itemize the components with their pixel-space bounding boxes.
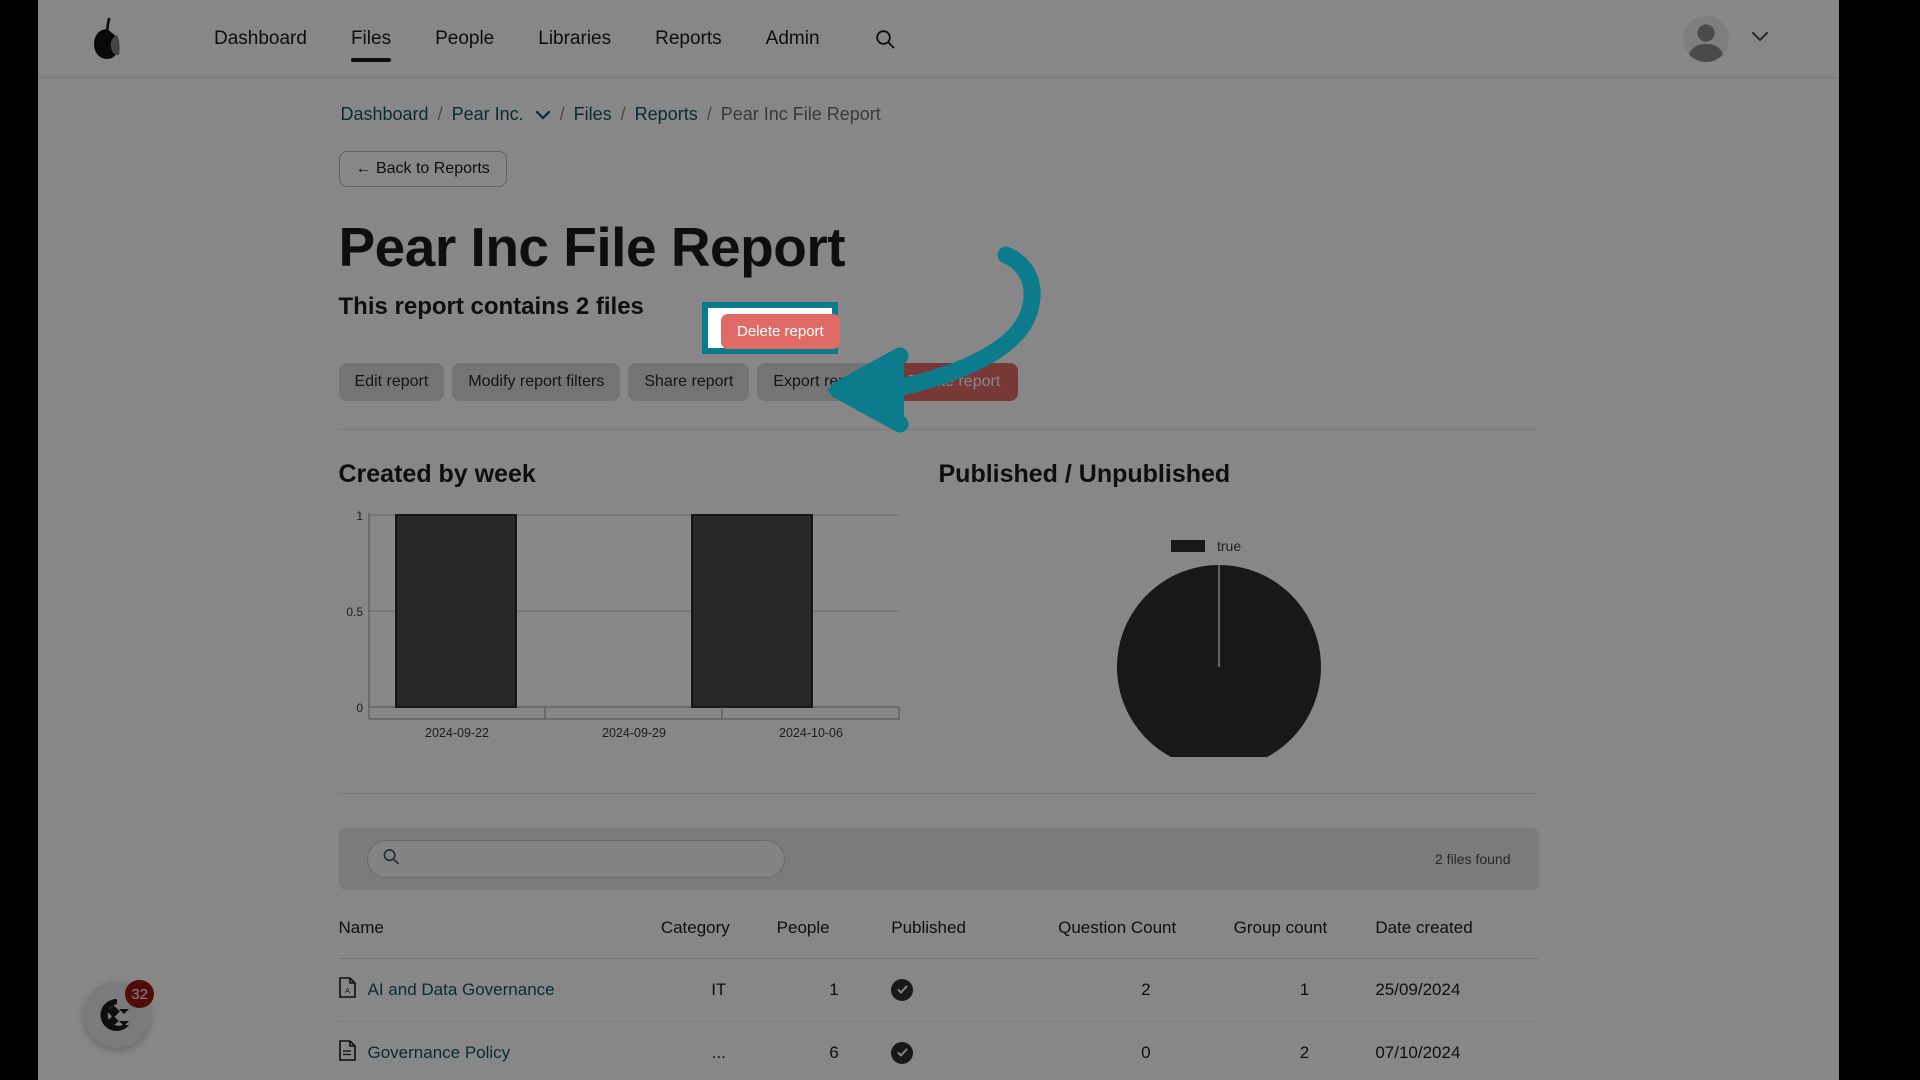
svg-text:0: 0 xyxy=(356,701,363,715)
bar-chart-plot: 1 0.5 0 2024-09-22 2024-09-29 2024-10-06 xyxy=(339,507,939,757)
report-actions: Edit report Modify report filters Share … xyxy=(338,363,1539,401)
svg-text:0.5: 0.5 xyxy=(346,605,363,619)
breadcrumb: Dashboard / Pear Inc. / Files / Reports … xyxy=(339,104,1539,125)
modify-report-filters-button[interactable]: Modify report filters xyxy=(452,363,621,401)
edit-report-button[interactable]: Edit report xyxy=(338,363,445,401)
breadcrumb-current: Pear Inc File Report xyxy=(720,104,881,124)
svg-text:2024-09-22: 2024-09-22 xyxy=(425,726,489,740)
svg-text:1: 1 xyxy=(356,509,363,523)
breadcrumb-files[interactable]: Files xyxy=(574,104,612,125)
nav-item-people[interactable]: People xyxy=(413,18,516,60)
cell-question-count: 2 xyxy=(1058,958,1234,1022)
search-input[interactable] xyxy=(366,840,785,878)
svg-text:2024-09-29: 2024-09-29 xyxy=(602,726,666,740)
screen: Dashboard Files People Libraries Reports… xyxy=(0,0,1920,1080)
published-check-icon xyxy=(891,978,914,1001)
table-header-row: Name Category People Published Question … xyxy=(338,896,1539,959)
cell-group-count: 1 xyxy=(1233,958,1376,1022)
page-body: Dashboard / Pear Inc. / Files / Reports … xyxy=(38,78,1839,1080)
nav-item-libraries[interactable]: Libraries xyxy=(516,18,633,60)
files-table-card: 2 files found Name Category People Publi… xyxy=(338,828,1539,1080)
column-header-people[interactable]: People xyxy=(776,896,892,959)
breadcrumb-separator: / xyxy=(706,104,712,124)
nav-item-files[interactable]: Files xyxy=(329,18,413,62)
page-title: Pear Inc File Report xyxy=(338,216,846,278)
nav-item-admin[interactable]: Admin xyxy=(744,18,842,60)
top-navbar: Dashboard Files People Libraries Reports… xyxy=(38,0,1839,78)
pie-chart-title: Published / Unpublished xyxy=(938,460,1231,488)
share-report-button[interactable]: Share report xyxy=(628,363,750,401)
cell-group-count: 2 xyxy=(1233,1021,1376,1080)
avatar[interactable] xyxy=(1683,15,1729,62)
files-table: Name Category People Published Question … xyxy=(338,896,1539,1080)
svg-text:true: true xyxy=(1217,538,1241,554)
created-by-week-chart: Created by week 1 0.5 0 2024-09-22 2024-… xyxy=(339,460,939,757)
cell-date-created: 07/10/2024 xyxy=(1375,1021,1539,1080)
pear-logo-icon[interactable] xyxy=(84,14,130,64)
breadcrumb-dashboard[interactable]: Dashboard xyxy=(341,104,429,125)
chevron-down-icon[interactable] xyxy=(1751,30,1769,47)
breadcrumb-separator: / xyxy=(437,104,443,124)
published-unpublished-chart: Published / Unpublished true xyxy=(938,460,1539,769)
cell-published xyxy=(891,1021,1059,1080)
column-header-group-count[interactable]: Group count xyxy=(1233,896,1376,959)
export-report-button[interactable]: Export report xyxy=(757,363,882,401)
file-name-link[interactable]: Governance Policy xyxy=(368,1043,511,1063)
column-header-date-created[interactable]: Date created xyxy=(1375,896,1539,959)
cell-people: 1 xyxy=(776,958,892,1022)
breadcrumb-pear-inc[interactable]: Pear Inc. xyxy=(452,104,524,125)
breadcrumb-reports[interactable]: Reports xyxy=(635,104,698,125)
app-window: Dashboard Files People Libraries Reports… xyxy=(38,0,1839,1080)
content-container: Dashboard / Pear Inc. / Files / Reports … xyxy=(338,78,1539,1080)
cell-name: A AI and Data Governance xyxy=(338,958,661,1022)
help-widget[interactable]: 32 xyxy=(84,980,154,1048)
column-header-question-count[interactable]: Question Count xyxy=(1058,896,1234,959)
table-row[interactable]: A AI and Data Governance IT 1 2 1 25/09/… xyxy=(338,958,1539,1022)
bar-chart-title: Created by week xyxy=(338,460,536,488)
file-name-link[interactable]: AI and Data Governance xyxy=(368,980,555,1000)
nav-item-reports[interactable]: Reports xyxy=(633,18,744,60)
delete-report-button[interactable]: Delete report xyxy=(889,363,1019,401)
column-header-category[interactable]: Category xyxy=(660,896,777,959)
widget-badge-count: 32 xyxy=(125,980,154,1008)
breadcrumb-separator: / xyxy=(620,104,626,124)
table-toolbar: 2 files found xyxy=(338,828,1539,890)
nav-item-dashboard[interactable]: Dashboard xyxy=(192,18,329,60)
cell-people: 6 xyxy=(776,1021,892,1080)
cell-category: ... xyxy=(660,1021,777,1080)
table-row[interactable]: Governance Policy ... 6 0 2 07/10/2024 xyxy=(338,1021,1539,1080)
files-found-count: 2 files found xyxy=(1435,851,1511,867)
pie-chart-plot: true xyxy=(939,507,1539,769)
cell-category: IT xyxy=(660,958,777,1022)
page-subtitle: This report contains 2 files xyxy=(338,293,644,320)
cell-question-count: 0 xyxy=(1058,1021,1234,1080)
svg-text:A: A xyxy=(344,986,349,995)
search-icon[interactable] xyxy=(868,22,902,56)
cell-published xyxy=(891,958,1059,1022)
divider xyxy=(338,429,1539,430)
published-check-icon xyxy=(891,1041,914,1064)
navbar-right xyxy=(1683,15,1805,62)
breadcrumb-separator: / xyxy=(559,104,565,124)
column-header-name[interactable]: Name xyxy=(338,896,661,959)
back-to-reports-button[interactable]: ← Back to Reports xyxy=(338,151,507,187)
nav-links: Dashboard Files People Libraries Reports… xyxy=(192,18,902,62)
search-input-wrap xyxy=(366,840,785,878)
cell-date-created: 25/09/2024 xyxy=(1375,958,1539,1022)
breadcrumb-dropdown-chevron-icon[interactable] xyxy=(535,107,551,123)
column-header-published[interactable]: Published xyxy=(891,896,1059,959)
svg-text:2024-10-06: 2024-10-06 xyxy=(779,726,843,740)
pdf-file-icon: A xyxy=(338,977,356,1003)
doc-file-icon xyxy=(338,1040,356,1066)
cell-name: Governance Policy xyxy=(338,1021,661,1080)
charts-section: Created by week 1 0.5 0 2024-09-22 2024-… xyxy=(339,460,1539,769)
divider-2 xyxy=(338,793,1539,794)
